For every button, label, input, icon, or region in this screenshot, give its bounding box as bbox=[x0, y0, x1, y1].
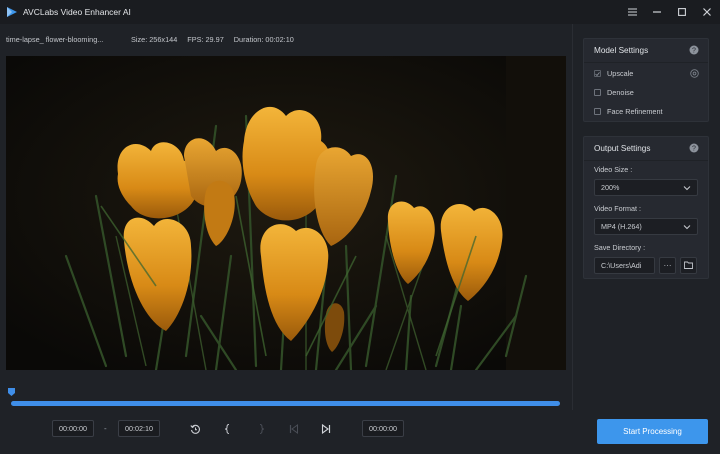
minimize-icon[interactable] bbox=[652, 7, 662, 17]
timeline-progress bbox=[11, 401, 560, 406]
video-format-label: Video Format : bbox=[594, 203, 642, 213]
start-time-field[interactable]: 00:00:00 bbox=[52, 420, 94, 437]
menu-icon[interactable] bbox=[627, 7, 637, 17]
open-folder-button[interactable] bbox=[680, 257, 697, 274]
denoise-checkbox[interactable] bbox=[594, 89, 601, 96]
set-end-bracket-icon[interactable] bbox=[255, 423, 267, 435]
output-settings-title: Output Settings bbox=[594, 144, 651, 153]
current-time-field[interactable]: 00:00:00 bbox=[362, 420, 404, 437]
denoise-option[interactable]: Denoise bbox=[584, 83, 708, 102]
upscale-settings-icon[interactable] bbox=[690, 69, 699, 78]
end-time-field[interactable]: 00:02:10 bbox=[118, 420, 160, 437]
video-size-value: 200% bbox=[601, 183, 620, 192]
upscale-option[interactable]: Upscale bbox=[584, 64, 708, 83]
face-refinement-label: Face Refinement bbox=[607, 107, 663, 116]
model-settings-panel: Model Settings ? Upscale Denoise Face Re… bbox=[583, 38, 709, 122]
video-format-select[interactable]: MP4 (H.264) bbox=[594, 218, 698, 235]
title-bar: AVCLabs Video Enhancer AI bbox=[0, 0, 720, 24]
upscale-checkbox[interactable] bbox=[594, 70, 601, 77]
fps-info: FPS: 29.97 bbox=[187, 34, 224, 44]
file-name: time-lapse_ flower-blooming... bbox=[6, 34, 104, 44]
svg-text:?: ? bbox=[692, 48, 696, 55]
skip-to-start-icon[interactable] bbox=[288, 423, 300, 435]
time-range-dash: - bbox=[104, 424, 107, 433]
reset-icon[interactable] bbox=[189, 423, 201, 435]
model-settings-title: Model Settings bbox=[594, 46, 649, 55]
folder-icon bbox=[684, 261, 693, 271]
close-icon[interactable] bbox=[702, 7, 712, 17]
app-logo-icon bbox=[5, 6, 18, 19]
flower-preview-image bbox=[6, 56, 566, 370]
app-title: AVCLabs Video Enhancer AI bbox=[23, 7, 131, 17]
save-directory-field[interactable]: C:\Users\Adi bbox=[594, 257, 655, 274]
duration-info: Duration: 00:02:10 bbox=[233, 34, 294, 44]
help-icon[interactable]: ? bbox=[689, 45, 699, 55]
playback-controls: 00:00:00 - 00:02:10 00:00:00 bbox=[0, 410, 572, 454]
video-size-select[interactable]: 200% bbox=[594, 179, 698, 196]
panel-divider bbox=[572, 24, 573, 410]
video-size-info: Size: 256x144 bbox=[131, 34, 178, 44]
face-refinement-checkbox[interactable] bbox=[594, 108, 601, 115]
maximize-icon[interactable] bbox=[677, 7, 687, 17]
timeline-track[interactable] bbox=[11, 401, 560, 406]
video-format-value: MP4 (H.264) bbox=[601, 222, 642, 231]
upscale-label: Upscale bbox=[607, 69, 634, 78]
help-icon[interactable]: ? bbox=[689, 143, 699, 153]
timeline-start-marker-icon[interactable] bbox=[8, 388, 15, 396]
svg-text:?: ? bbox=[692, 146, 696, 153]
video-size-label: Video Size : bbox=[594, 164, 633, 174]
start-processing-button[interactable]: Start Processing bbox=[597, 419, 708, 444]
play-to-end-icon[interactable] bbox=[320, 423, 332, 435]
output-settings-header: Output Settings ? bbox=[584, 137, 708, 161]
timeline[interactable] bbox=[0, 380, 572, 410]
save-directory-label: Save Directory : bbox=[594, 242, 646, 252]
chevron-down-icon bbox=[683, 184, 691, 192]
denoise-label: Denoise bbox=[607, 88, 634, 97]
video-preview[interactable] bbox=[6, 56, 566, 370]
browse-button[interactable]: ··· bbox=[659, 257, 676, 274]
video-info-bar: time-lapse_ flower-blooming... Size: 256… bbox=[0, 24, 572, 54]
output-settings-panel: Output Settings ? Video Size : 200% Vide… bbox=[583, 136, 709, 279]
chevron-down-icon bbox=[683, 223, 691, 231]
face-refinement-option[interactable]: Face Refinement bbox=[584, 102, 708, 121]
model-settings-header: Model Settings ? bbox=[584, 39, 708, 63]
set-start-bracket-icon[interactable] bbox=[222, 423, 234, 435]
